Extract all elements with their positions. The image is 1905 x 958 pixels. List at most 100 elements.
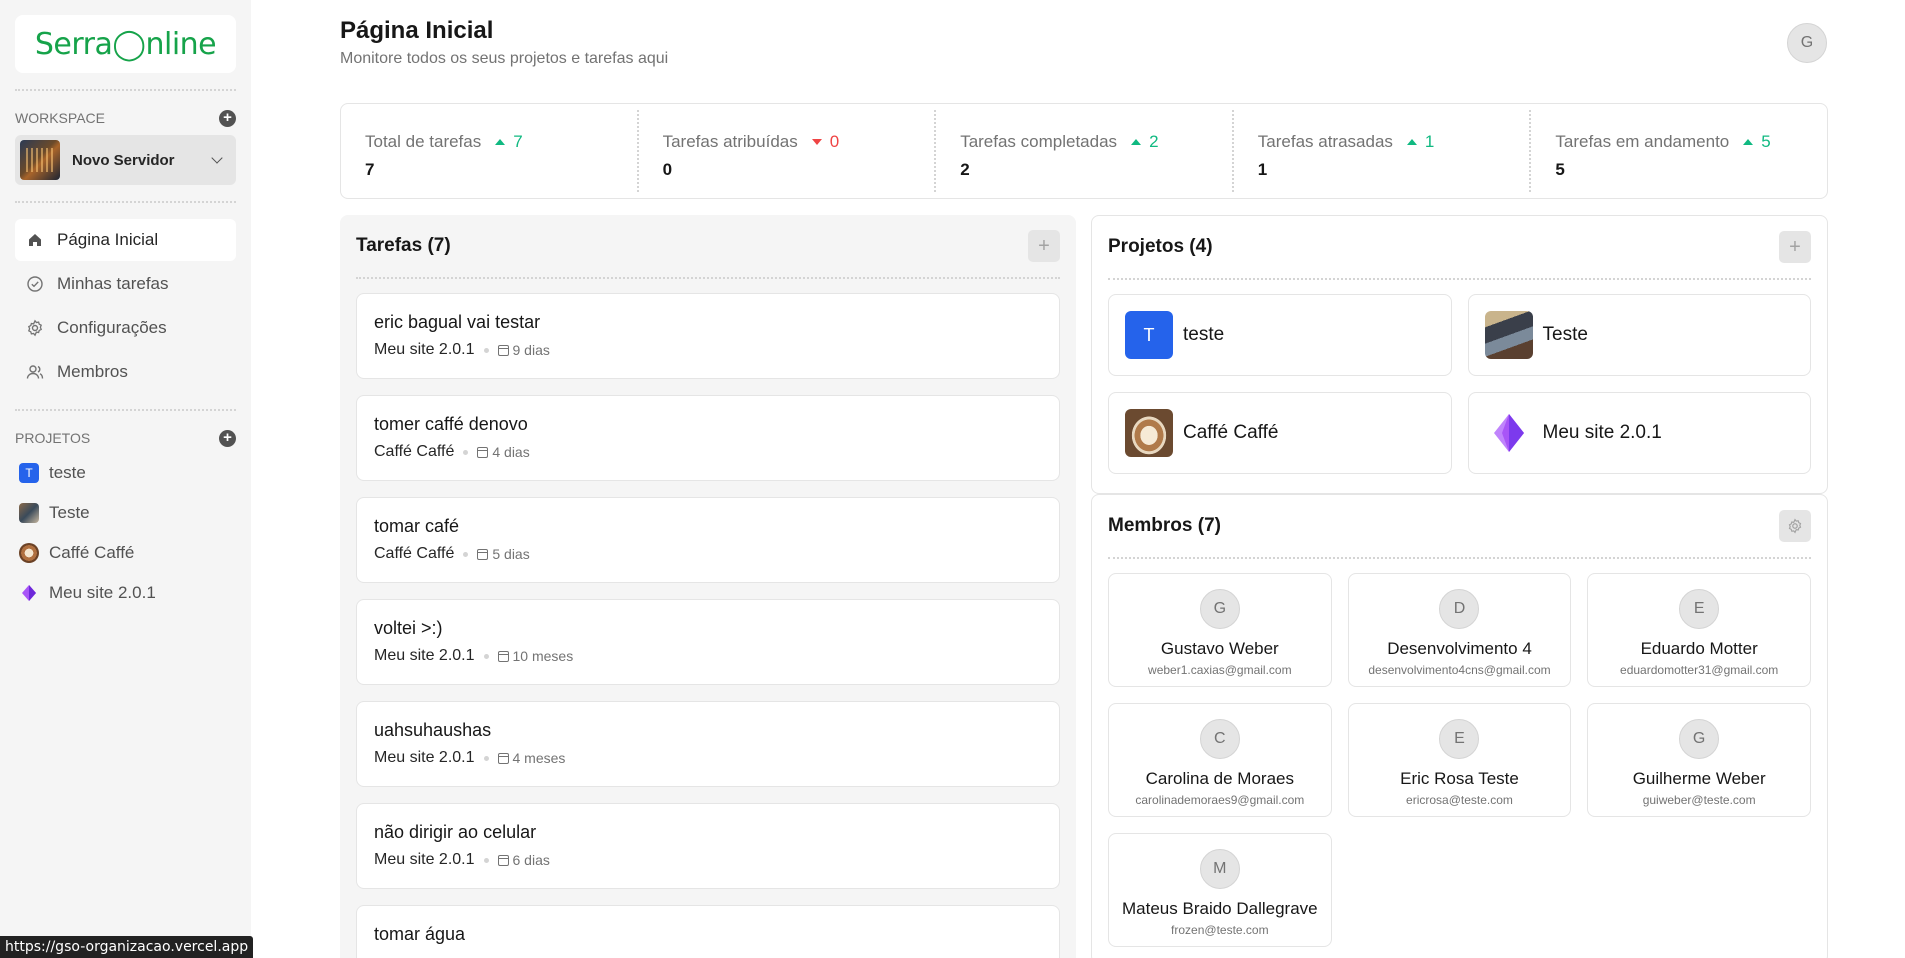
stat-overdue-tasks: Tarefas atrasadas 1 1 [1234, 110, 1532, 192]
calendar-icon [497, 650, 509, 662]
divider [15, 89, 236, 91]
stat-label: Total de tarefas [365, 132, 482, 151]
nav-item-my-tasks[interactable]: Minhas tarefas [15, 263, 236, 305]
task-title: tomer caffé denovo [374, 414, 528, 434]
task-project: Meu site 2.0.1 [374, 647, 475, 664]
project-card-caffe[interactable]: Caffé Caffé [1108, 392, 1452, 474]
stat-in-progress-tasks: Tarefas em andamento 5 5 [1531, 110, 1827, 192]
member-email: carolinademoraes9@gmail.com [1135, 793, 1305, 807]
nav-item-members[interactable]: Membros [15, 351, 236, 393]
member-card[interactable]: D Desenvolvimento 4 desenvolvimento4cns@… [1347, 573, 1572, 687]
nav-item-settings[interactable]: Configurações [15, 307, 236, 349]
member-email: eduardomotter31@gmail.com [1620, 663, 1779, 677]
project-card-teste[interactable]: T teste [1108, 294, 1452, 376]
add-project-button[interactable]: + [1779, 231, 1811, 263]
project-card-teste-2[interactable]: Teste [1467, 294, 1811, 376]
stat-label: Tarefas atrasadas [1257, 132, 1393, 151]
task-title: tomar água [374, 924, 466, 944]
member-card[interactable]: M Mateus Braido Dallegrave frozen@teste.… [1108, 833, 1332, 947]
task-card[interactable]: tomer caffé denovo Caffé Caffé 4 dias [356, 395, 1060, 481]
logo-text: Serra◯nline [34, 26, 217, 62]
gem-icon [1485, 409, 1533, 457]
project-avatar [19, 503, 39, 523]
home-icon [25, 230, 45, 250]
project-name: Meu site 2.0.1 [1542, 422, 1662, 443]
trend-up-indicator: 1 [1406, 132, 1434, 152]
stat-label: Tarefas em andamento [1555, 132, 1730, 151]
add-task-button[interactable]: + [1028, 230, 1060, 262]
member-name: Mateus Braido Dallegrave [1122, 899, 1318, 918]
stat-value: 7 [365, 160, 375, 179]
project-avatar [1484, 311, 1533, 359]
task-project: Meu site 2.0.1 [374, 749, 475, 766]
app-logo[interactable]: Serra◯nline [15, 15, 236, 73]
sidebar-project-meu-site[interactable]: Meu site 2.0.1 [15, 573, 236, 613]
calendar-icon [497, 854, 509, 866]
triangle-up-icon [1743, 139, 1754, 145]
stat-value: 1 [1257, 160, 1268, 179]
member-card[interactable]: E Eduardo Motter eduardomotter31@gmail.c… [1587, 573, 1811, 687]
avatar: E [1679, 589, 1720, 629]
task-card[interactable]: eric bagual vai testar Meu site 2.0.1 9 d… [356, 293, 1060, 379]
member-card[interactable]: G Gustavo Weber weber1.caxias@gmail.com [1108, 573, 1332, 687]
tasks-title: Tarefas (7) [356, 235, 451, 256]
main-nav: Página Inicial Minhas tarefas Configuraç… [15, 219, 236, 393]
stat-assigned-tasks: Tarefas atribuídas 0 0 [639, 110, 937, 192]
users-icon [25, 362, 45, 382]
triangle-down-icon [811, 139, 822, 145]
projects-label: PROJETOS [15, 430, 91, 446]
task-due: 9 dias [497, 342, 550, 358]
member-name: Carolina de Moraes [1145, 769, 1294, 788]
stat-label: Tarefas completadas [960, 132, 1118, 151]
member-card[interactable]: G Guilherme Weber guiweber@teste.com [1587, 703, 1811, 817]
gem-icon [19, 583, 39, 603]
member-email: desenvolvimento4cns@gmail.com [1368, 663, 1551, 677]
projects-header: PROJETOS + [15, 427, 236, 449]
sidebar-project-teste-2[interactable]: Teste [15, 493, 236, 533]
workspace-switcher[interactable]: Novo Servidor [15, 135, 236, 185]
sidebar-project-caffe[interactable]: Caffé Caffé [15, 533, 236, 573]
add-workspace-icon[interactable]: + [219, 109, 236, 127]
calendar-icon [497, 752, 509, 764]
project-card-meu-site[interactable]: Meu site 2.0.1 [1467, 392, 1811, 474]
stat-value: 0 [662, 160, 673, 179]
user-avatar[interactable]: G [1787, 23, 1827, 63]
separator-dot [483, 347, 489, 353]
nav-item-home[interactable]: Página Inicial [15, 219, 236, 261]
stat-value: 2 [960, 160, 970, 179]
calendar-icon [477, 446, 489, 458]
member-card[interactable]: E Eric Rosa Teste ericrosa@teste.com [1347, 703, 1572, 817]
project-name: Teste [49, 503, 90, 522]
task-due: 5 dias [477, 546, 530, 562]
coffee-icon [19, 543, 39, 563]
project-name: Meu site 2.0.1 [49, 583, 156, 602]
stat-label: Tarefas atribuídas [662, 132, 798, 151]
task-card[interactable]: tomar água [356, 905, 1060, 958]
member-card[interactable]: C Carolina de Moraes carolinademoraes9@g… [1108, 703, 1332, 817]
task-card[interactable]: uahsuhaushas Meu site 2.0.1 4 meses [356, 701, 1060, 787]
members-title: Membros (7) [1108, 515, 1221, 536]
member-name: Desenvolvimento 4 [1387, 639, 1532, 658]
avatar: G [1199, 589, 1240, 629]
task-card[interactable]: não dirigir ao celular Meu site 2.0.1 6 d… [356, 803, 1060, 889]
project-name: teste [1183, 324, 1225, 345]
task-title: uahsuhaushas [374, 720, 492, 740]
members-settings-button[interactable] [1779, 510, 1811, 542]
trend-up-indicator: 2 [1131, 132, 1159, 152]
divider [1108, 278, 1811, 280]
member-email: weber1.caxias@gmail.com [1148, 663, 1292, 677]
task-card[interactable]: tomar café Caffé Caffé 5 dias [356, 497, 1060, 583]
nav-label: Membros [57, 362, 128, 381]
workspace-name: Novo Servidor [72, 151, 175, 169]
task-due: 4 dias [477, 444, 530, 460]
task-card[interactable]: voltei >:) Meu site 2.0.1 10 meses [356, 599, 1060, 685]
calendar-icon [497, 344, 509, 356]
separator-dot [463, 449, 469, 455]
divider [356, 277, 1060, 279]
sidebar-project-teste[interactable]: T teste [15, 453, 236, 493]
add-project-icon[interactable]: + [219, 429, 236, 447]
page-subtitle: Monitore todos os seus projetos e tarefa… [340, 50, 669, 67]
avatar: M [1199, 849, 1240, 889]
project-name: Caffé Caffé [49, 543, 135, 562]
triangle-up-icon [495, 139, 506, 145]
